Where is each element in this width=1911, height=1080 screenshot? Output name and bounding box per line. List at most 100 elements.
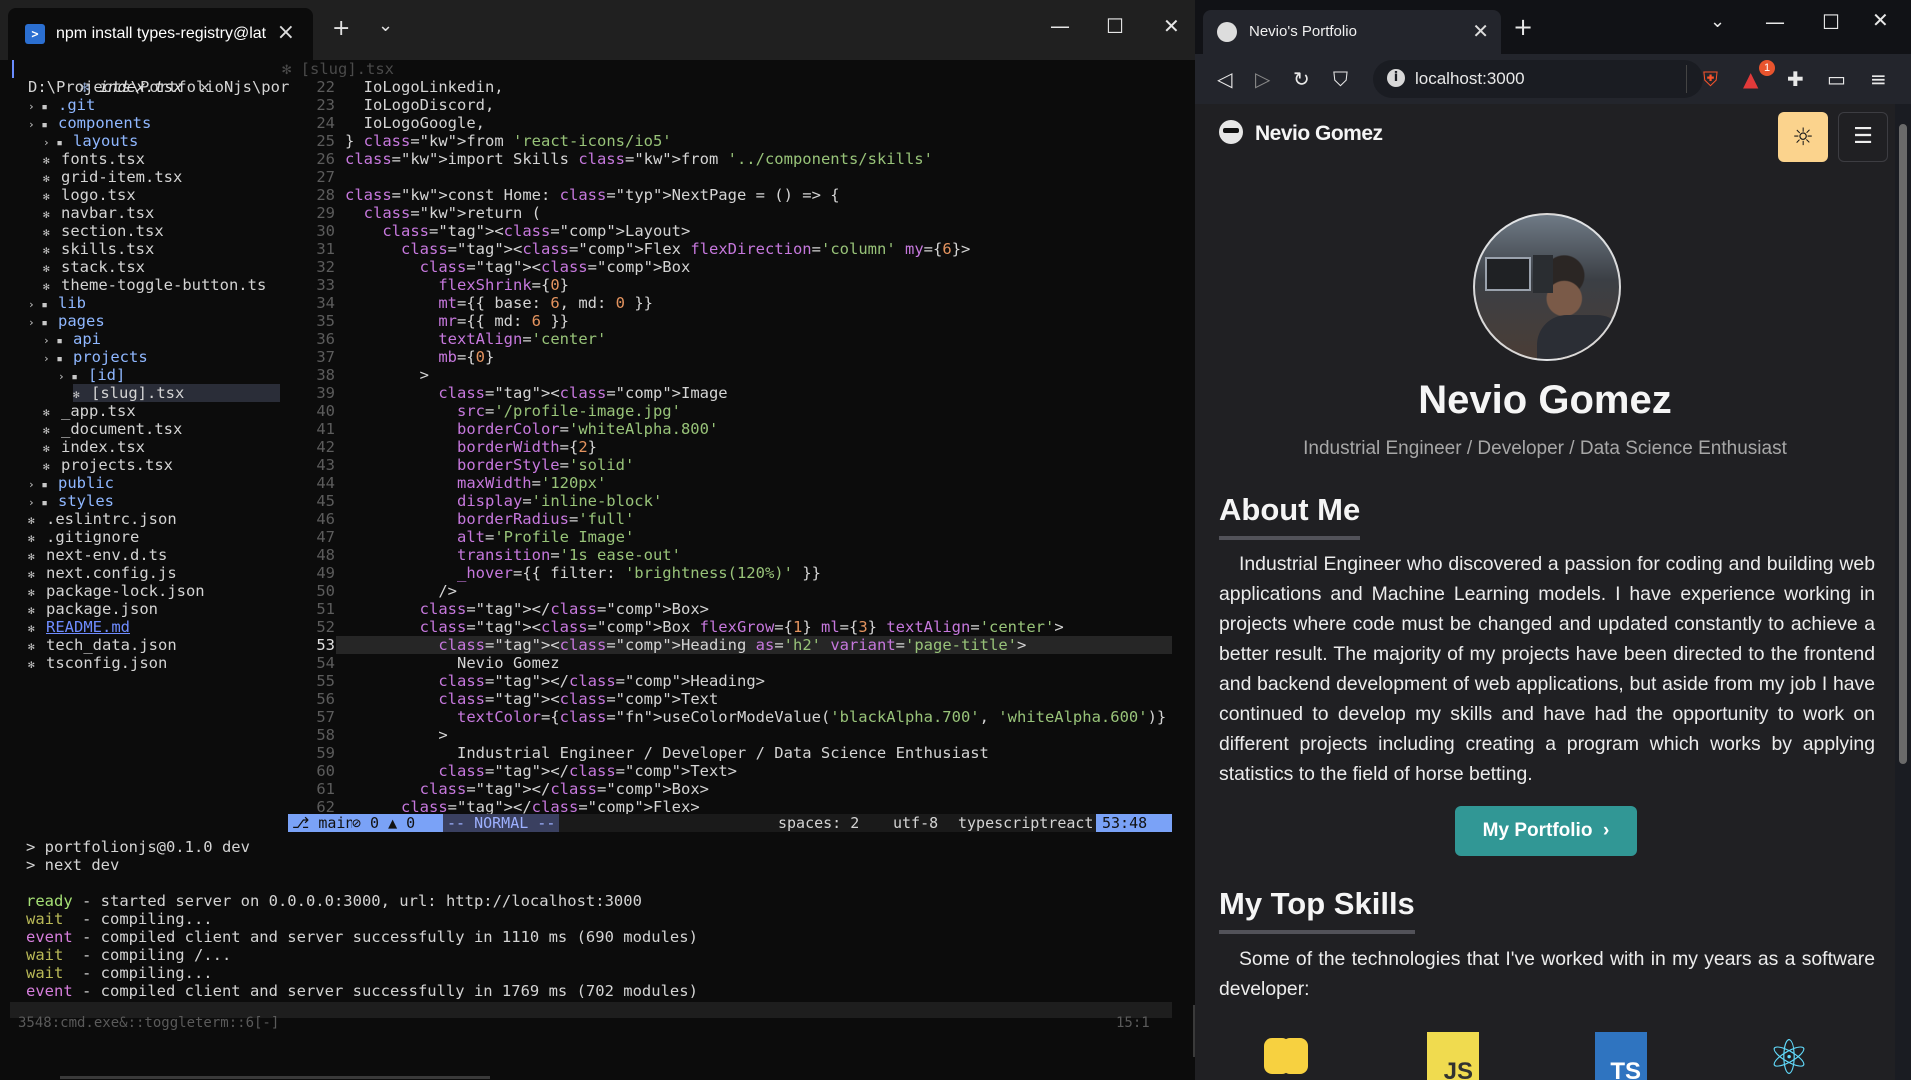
line-number: 32 bbox=[316, 258, 335, 276]
tree-file[interactable]: ✻ README.md bbox=[28, 618, 130, 636]
log-level: ready bbox=[26, 892, 73, 910]
buffer-tab-inactive[interactable]: ✻ [slug].tsx bbox=[282, 60, 394, 78]
code-line: maxWidth='120px' bbox=[456, 474, 607, 492]
web-page[interactable]: Nevio Gomez ☼ ☰ Nevio Gomez Industrial E… bbox=[1195, 104, 1895, 1080]
close-tab-icon[interactable]: × bbox=[277, 21, 295, 45]
forward-icon[interactable]: ▷ bbox=[1255, 67, 1270, 91]
tree-file[interactable]: ✻ package-lock.json bbox=[28, 582, 205, 600]
close-window-button[interactable]: ✕ bbox=[1872, 8, 1889, 32]
tree-root-path: D:\Projects\PortfolioNjs\por bbox=[28, 78, 290, 96]
tree-file[interactable]: ✻ tech_data.json bbox=[28, 636, 177, 654]
tree-folder[interactable]: › ▪ [id] bbox=[58, 366, 125, 384]
tree-item-label: skills.tsx bbox=[61, 240, 155, 258]
site-info-icon[interactable]: i bbox=[1387, 69, 1405, 87]
line-number: 61 bbox=[316, 780, 335, 798]
tree-folder[interactable]: › ▪ projects bbox=[43, 348, 148, 366]
tab-search-icon[interactable]: ⌄ bbox=[1710, 10, 1725, 34]
tab-dropdown-icon[interactable]: ⌄ bbox=[378, 14, 393, 38]
close-window-button[interactable]: ✕ bbox=[1163, 14, 1180, 38]
buffer-tabline: ✻ index.tsx ✕ ✻ [slug].tsx bbox=[12, 60, 1172, 96]
tree-file[interactable]: ✻ index.tsx bbox=[43, 438, 145, 456]
terminal-tab[interactable]: > npm install types-registry@lat × bbox=[8, 8, 313, 60]
line-number: 27 bbox=[316, 168, 335, 186]
hamburger-menu-button[interactable]: ☰ bbox=[1838, 112, 1888, 162]
tree-item-label: README.md bbox=[46, 618, 130, 636]
brave-shields-icon[interactable]: ⛨ bbox=[1703, 67, 1718, 91]
tree-file[interactable]: ✻ logo.tsx bbox=[43, 186, 136, 204]
terminal-titlebar: > npm install types-registry@lat × + ⌄ —… bbox=[0, 0, 1195, 60]
tree-file[interactable]: ✻ _document.tsx bbox=[43, 420, 182, 438]
tree-file[interactable]: ✻ tsconfig.json bbox=[28, 654, 167, 672]
log-message: > next dev bbox=[26, 856, 120, 874]
tree-item-label: pages bbox=[58, 312, 105, 330]
tree-file[interactable]: ✻ theme-toggle-button.ts bbox=[43, 276, 266, 294]
vim-mode: -- NORMAL -- bbox=[443, 814, 560, 832]
photo-monitor bbox=[1485, 257, 1531, 291]
terminal-tab-title: npm install types-registry@lat bbox=[56, 25, 267, 42]
tree-folder[interactable]: › ▪ .git bbox=[28, 96, 95, 114]
log-level: wait bbox=[26, 964, 64, 982]
browser-tab[interactable]: Nevio's Portfolio ✕ bbox=[1203, 10, 1501, 54]
line-number: 33 bbox=[316, 276, 335, 294]
tree-file[interactable]: ✻ grid-item.tsx bbox=[43, 168, 182, 186]
tree-folder[interactable]: › ▪ lib bbox=[28, 294, 86, 312]
minimize-button[interactable]: — bbox=[1050, 14, 1070, 38]
wallet-icon[interactable]: ▭ bbox=[1827, 67, 1846, 91]
code-line: class="kw">import Skills class="kw">from… bbox=[345, 150, 933, 168]
tree-file[interactable]: ✻ next-env.d.ts bbox=[28, 546, 167, 564]
terminal-hscroll[interactable] bbox=[60, 1076, 490, 1079]
maximize-button[interactable]: ☐ bbox=[1822, 10, 1840, 34]
tree-folder[interactable]: › ▪ public bbox=[28, 474, 114, 492]
tree-file[interactable]: ✻ skills.tsx bbox=[43, 240, 154, 258]
code-line: class="tag"></class="comp">Box> bbox=[419, 600, 709, 618]
tree-file[interactable]: ✻ .eslintrc.json bbox=[28, 510, 177, 528]
bookmark-icon[interactable]: ⛉ bbox=[1333, 67, 1348, 91]
close-tab-icon[interactable]: ✕ bbox=[1472, 19, 1489, 43]
maximize-button[interactable]: ☐ bbox=[1106, 14, 1124, 38]
tree-item-label: styles bbox=[58, 492, 114, 510]
line-number: 37 bbox=[316, 348, 335, 366]
log-message: - compiling... bbox=[63, 964, 213, 982]
skills-heading: My Top Skills bbox=[1219, 884, 1415, 934]
tree-folder[interactable]: › ▪ api bbox=[43, 330, 101, 348]
new-tab-button[interactable]: + bbox=[1513, 15, 1533, 39]
tree-file[interactable]: ✻ next.config.js bbox=[28, 564, 177, 582]
tree-file[interactable]: ✻ section.tsx bbox=[43, 222, 164, 240]
tree-file[interactable]: ✻ package.json bbox=[28, 600, 158, 618]
new-tab-button[interactable]: + bbox=[332, 17, 350, 41]
site-logo[interactable]: Nevio Gomez bbox=[1219, 119, 1383, 149]
scrollbar-thumb[interactable] bbox=[1899, 124, 1907, 764]
tree-folder[interactable]: › ▪ pages bbox=[28, 312, 105, 330]
tree-file[interactable]: ✻ _app.tsx bbox=[43, 402, 136, 420]
buffer-tab-active[interactable]: ✻ index.tsx ✕ bbox=[12, 60, 280, 96]
line-number: 45 bbox=[316, 492, 335, 510]
extensions-icon[interactable]: ✚ bbox=[1787, 67, 1804, 91]
minimize-button[interactable]: — bbox=[1765, 10, 1785, 34]
tree-file[interactable]: ✻ .gitignore bbox=[28, 528, 139, 546]
address-bar[interactable]: i localhost:3000 bbox=[1373, 60, 1703, 98]
brave-rewards-icon[interactable]: ▲ bbox=[1743, 67, 1758, 91]
code-line: /> bbox=[345, 582, 457, 600]
tree-folder[interactable]: › ▪ components bbox=[28, 114, 151, 132]
tree-file[interactable]: ✻ [slug].tsx bbox=[73, 384, 280, 402]
tree-file[interactable]: ✻ stack.tsx bbox=[43, 258, 145, 276]
file-type: typescriptreact bbox=[958, 814, 1094, 832]
code-line: mb={0} bbox=[438, 348, 495, 366]
tree-folder[interactable]: › ▪ layouts bbox=[43, 132, 138, 150]
tree-item-label: tsconfig.json bbox=[46, 654, 168, 672]
tree-file[interactable]: ✻ navbar.tsx bbox=[43, 204, 154, 222]
theme-toggle-button[interactable]: ☼ bbox=[1778, 112, 1828, 162]
tree-item-label: tech_data.json bbox=[46, 636, 177, 654]
page-scrollbar[interactable] bbox=[1895, 104, 1911, 1080]
reload-icon[interactable]: ↻ bbox=[1293, 67, 1310, 91]
my-portfolio-button[interactable]: My Portfolio › bbox=[1455, 806, 1637, 856]
sun-icon: ☼ bbox=[1792, 123, 1814, 151]
tree-file[interactable]: ✻ projects.tsx bbox=[43, 456, 173, 474]
code-line: class="tag"></class="comp">Heading> bbox=[438, 672, 765, 690]
tree-file[interactable]: ✻ fonts.tsx bbox=[43, 150, 145, 168]
back-icon[interactable]: ◁ bbox=[1217, 67, 1232, 91]
tree-folder[interactable]: › ▪ styles bbox=[28, 492, 114, 510]
menu-icon[interactable]: ≡ bbox=[1870, 67, 1887, 91]
tree-item-label: projects bbox=[73, 348, 148, 366]
tree-item-label: fonts.tsx bbox=[61, 150, 145, 168]
